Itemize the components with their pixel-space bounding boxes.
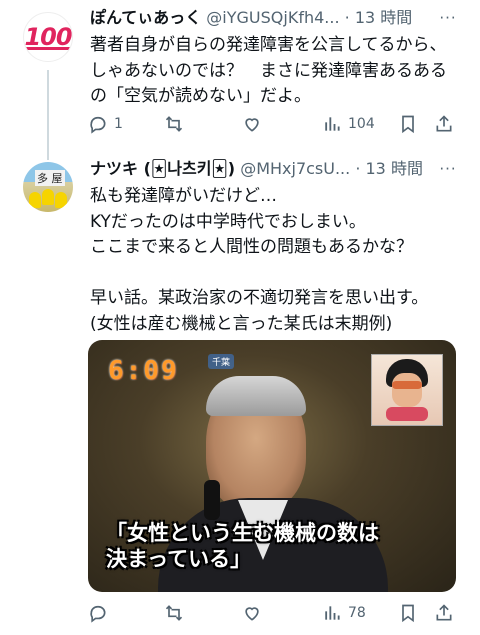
views-count: 78 <box>348 605 366 621</box>
like-button[interactable] <box>242 114 268 134</box>
views-count: 104 <box>348 116 375 132</box>
user-handle[interactable]: @iYGUSQjKfh4... <box>206 8 339 27</box>
display-name[interactable]: ぽんてぃあっく <box>90 8 201 27</box>
avatar-figure <box>29 192 41 208</box>
separator-dot: · <box>355 159 361 178</box>
media-person-hair <box>206 376 306 416</box>
tweet-1[interactable]: 100 ぽんてぃあっく @iYGUSQjKfh4... · 13 時間 ··· … <box>0 0 480 160</box>
tv-channel-badge: 千葉 <box>208 354 235 369</box>
reply-icon <box>90 116 106 134</box>
tv-caption: 「女性という生む機械の数は 決まっている」 <box>106 521 379 571</box>
bookmark-button[interactable] <box>398 114 418 134</box>
avatar-figure <box>42 189 54 205</box>
reply-button[interactable]: 1 <box>88 114 123 134</box>
inset-face <box>392 373 422 407</box>
action-bar: 1 104 <box>88 112 460 136</box>
share-icon <box>436 115 452 132</box>
tv-clock: 6:09 <box>108 356 179 386</box>
avatar-sign-text: 多 屋 <box>35 170 65 186</box>
retweet-button[interactable] <box>164 603 190 623</box>
user-handle[interactable]: @MHxj7csU... <box>240 159 350 178</box>
bookmark-icon <box>402 604 414 623</box>
action-bar: 78 <box>88 601 460 625</box>
more-options-icon[interactable]: ··· <box>436 157 460 181</box>
tweet-media-image[interactable]: 6:09 千葉 「女性という生む機械の数は 決まっている」 <box>88 340 456 592</box>
separator-dot: · <box>344 8 350 27</box>
hundred-points-icon: 100 <box>24 23 72 51</box>
views-button[interactable]: 78 <box>322 603 366 623</box>
heart-icon <box>245 118 259 132</box>
views-button[interactable]: 104 <box>322 114 375 134</box>
bookmark-button[interactable] <box>398 603 418 623</box>
reply-button[interactable] <box>88 603 114 623</box>
tweet-text: 著者自身が自らの発達障害を公言してるから、 しゃあないのでは？ まさに発達障害あ… <box>90 35 447 106</box>
display-name[interactable]: ナツキ (🃏나츠키🃏) <box>90 159 235 178</box>
avatar[interactable]: 多 屋 <box>23 162 73 212</box>
microphone <box>204 480 220 520</box>
avatar[interactable]: 100 <box>23 12 73 62</box>
views-chart-icon <box>325 117 340 131</box>
retweet-button[interactable] <box>164 114 190 134</box>
tweet-text: 私も発達障がいだけど… KYだったのは中学時代でおしまい。 ここまで来ると人間性… <box>90 186 429 334</box>
timestamp[interactable]: 13 時間 <box>366 159 423 178</box>
reply-count: 1 <box>114 116 123 132</box>
retweet-icon <box>165 116 183 132</box>
bookmark-icon <box>402 115 414 134</box>
tweet-header: ナツキ (🃏나츠키🃏) @MHxj7csU... · 13 時間 <box>90 157 423 181</box>
more-options-icon[interactable]: ··· <box>436 6 460 30</box>
like-button[interactable] <box>242 603 268 623</box>
share-button[interactable] <box>434 603 454 623</box>
reply-icon <box>90 605 106 623</box>
avatar-figure <box>55 192 67 208</box>
tweet-header: ぽんてぃあっく @iYGUSQjKfh4... · 13 時間 <box>90 6 412 30</box>
retweet-icon <box>165 605 183 621</box>
heart-icon <box>245 607 259 621</box>
views-chart-icon <box>325 606 340 620</box>
timestamp[interactable]: 13 時間 <box>355 8 412 27</box>
inset-glasses <box>392 381 422 389</box>
thread-line <box>47 70 49 160</box>
share-icon <box>436 604 452 621</box>
share-button[interactable] <box>434 114 454 134</box>
inset-portrait <box>371 354 443 426</box>
inset-scarf <box>386 407 428 421</box>
